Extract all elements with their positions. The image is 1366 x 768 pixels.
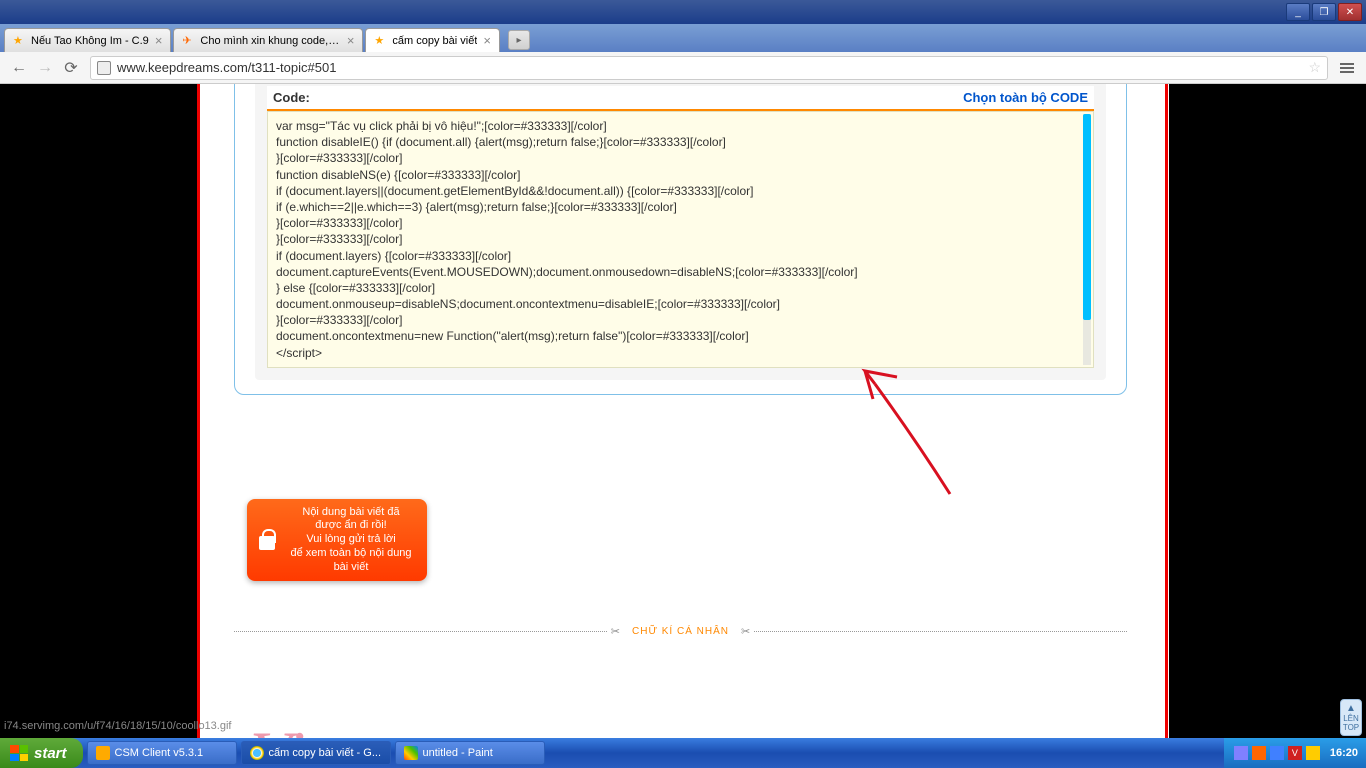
dotted-line <box>754 631 1127 632</box>
scroll-to-top-button[interactable]: ▲ LÊN TOP <box>1340 699 1362 736</box>
chrome-icon <box>250 746 264 760</box>
browser-tab-2[interactable]: ★ cấm copy bài viết × <box>365 28 500 52</box>
hidden-line: được ẩn đi rồi! <box>283 519 419 533</box>
hidden-line: Nội dung bài viết đã <box>283 506 419 520</box>
star-icon: ★ <box>13 34 27 48</box>
windows-taskbar: start CSM Client v5.3.1 cấm copy bài viế… <box>0 738 1366 768</box>
tab-title: Nếu Tao Không Im - C.9 <box>31 35 149 47</box>
code-box: Code: Chọn toàn bộ CODE var msg="Tác vụ … <box>267 86 1094 368</box>
hidden-content-notice: Nội dung bài viết đã được ẩn đi rồi! Vui… <box>247 499 427 581</box>
forward-button[interactable]: → <box>32 55 58 81</box>
tab-title: Cho mình xin khung code, qu... <box>200 35 340 47</box>
tab-title: cấm copy bài viết <box>392 35 477 47</box>
browser-tab-0[interactable]: ★ Nếu Tao Không Im - C.9 × <box>4 28 171 52</box>
windows-logo-icon <box>10 745 28 761</box>
window-titlebar: _ ❐ ✕ <box>0 0 1366 24</box>
chrome-menu-button[interactable] <box>1334 55 1360 81</box>
start-button[interactable]: start <box>0 738 83 768</box>
signature-name: Vince <box>250 716 400 738</box>
window-maximize-button[interactable]: ❐ <box>1312 3 1336 21</box>
post-inner: Code: Chọn toàn bộ CODE var msg="Tác vụ … <box>255 84 1106 380</box>
hidden-line: để xem toàn bộ nội dung <box>283 547 419 561</box>
scissor-icon: ✂ <box>607 625 624 638</box>
status-bar: i74.servimg.com/u/f74/16/18/15/10/coollo… <box>0 720 231 738</box>
app-icon <box>96 746 110 760</box>
taskbar-label: cấm copy bài viết - G... <box>269 747 381 759</box>
browser-tab-1[interactable]: ✈ Cho mình xin khung code, qu... × <box>173 28 363 52</box>
taskbar-item-paint[interactable]: untitled - Paint <box>395 741 545 765</box>
tab-close-icon[interactable]: × <box>155 33 163 48</box>
tray-icon[interactable] <box>1234 746 1248 760</box>
window-minimize-button[interactable]: _ <box>1286 3 1310 21</box>
taskbar-item-csm[interactable]: CSM Client v5.3.1 <box>87 741 237 765</box>
code-label: Code: <box>273 90 310 105</box>
lock-icon <box>255 526 279 554</box>
scroll-top-text: LÊN <box>1343 714 1359 723</box>
signature-divider: ✂ CHỮ KÍ CÁ NHÂN ✂ <box>234 622 1127 640</box>
taskbar-label: untitled - Paint <box>423 747 493 759</box>
decorative-line <box>197 84 200 738</box>
globe-icon <box>97 61 111 75</box>
select-all-code-link[interactable]: Chọn toàn bộ CODE <box>963 90 1088 105</box>
decorative-line <box>1165 84 1168 738</box>
paint-icon <box>404 746 418 760</box>
post-container: Code: Chọn toàn bộ CODE var msg="Tác vụ … <box>234 84 1127 395</box>
dotted-line <box>234 631 607 632</box>
browser-tab-strip: ★ Nếu Tao Không Im - C.9 × ✈ Cho mình xi… <box>0 24 1366 52</box>
system-tray[interactable]: V 16:20 <box>1224 738 1366 768</box>
hidden-message-text: Nội dung bài viết đã được ẩn đi rồi! Vui… <box>283 506 419 575</box>
tab-close-icon[interactable]: × <box>347 33 355 48</box>
up-arrow-icon: ▲ <box>1341 703 1361 714</box>
new-tab-button[interactable]: ▸ <box>508 30 530 50</box>
taskbar-clock[interactable]: 16:20 <box>1330 747 1358 759</box>
tray-icon[interactable]: V <box>1288 746 1302 760</box>
bookmark-star-icon[interactable]: ☆ <box>1308 59 1321 76</box>
tab-close-icon[interactable]: × <box>483 33 491 48</box>
scroll-top-text: TOP <box>1343 723 1359 732</box>
back-button[interactable]: ← <box>6 55 32 81</box>
hidden-line: bài viết <box>283 561 419 575</box>
start-label: start <box>34 745 67 762</box>
url-input[interactable] <box>117 60 1308 75</box>
page-viewport: Code: Chọn toàn bộ CODE var msg="Tác vụ … <box>0 84 1366 738</box>
tray-icon[interactable] <box>1306 746 1320 760</box>
taskbar-label: CSM Client v5.3.1 <box>115 747 204 759</box>
tray-volume-icon[interactable] <box>1270 746 1284 760</box>
address-bar[interactable]: ☆ <box>90 56 1328 80</box>
code-content: var msg="Tác vụ click phải bị vô hiệu!";… <box>276 118 1085 361</box>
star-icon: ★ <box>374 34 388 48</box>
browser-toolbar: ← → ⟳ ☆ <box>0 52 1366 84</box>
scrollbar-thumb[interactable] <box>1083 114 1091 320</box>
hidden-line: Vui lòng gửi trả lời <box>283 533 419 547</box>
window-close-button[interactable]: ✕ <box>1338 3 1362 21</box>
plane-icon: ✈ <box>182 34 196 48</box>
scissor-icon: ✂ <box>737 625 754 638</box>
signature-label: CHỮ KÍ CÁ NHÂN <box>624 626 737 637</box>
reload-button[interactable]: ⟳ <box>58 55 84 81</box>
tray-icon[interactable] <box>1252 746 1266 760</box>
code-scrollbar[interactable] <box>1083 114 1091 365</box>
code-body[interactable]: var msg="Tác vụ click phải bị vô hiệu!";… <box>267 111 1094 368</box>
taskbar-item-chrome[interactable]: cấm copy bài viết - G... <box>241 741 391 765</box>
code-header: Code: Chọn toàn bộ CODE <box>267 86 1094 111</box>
